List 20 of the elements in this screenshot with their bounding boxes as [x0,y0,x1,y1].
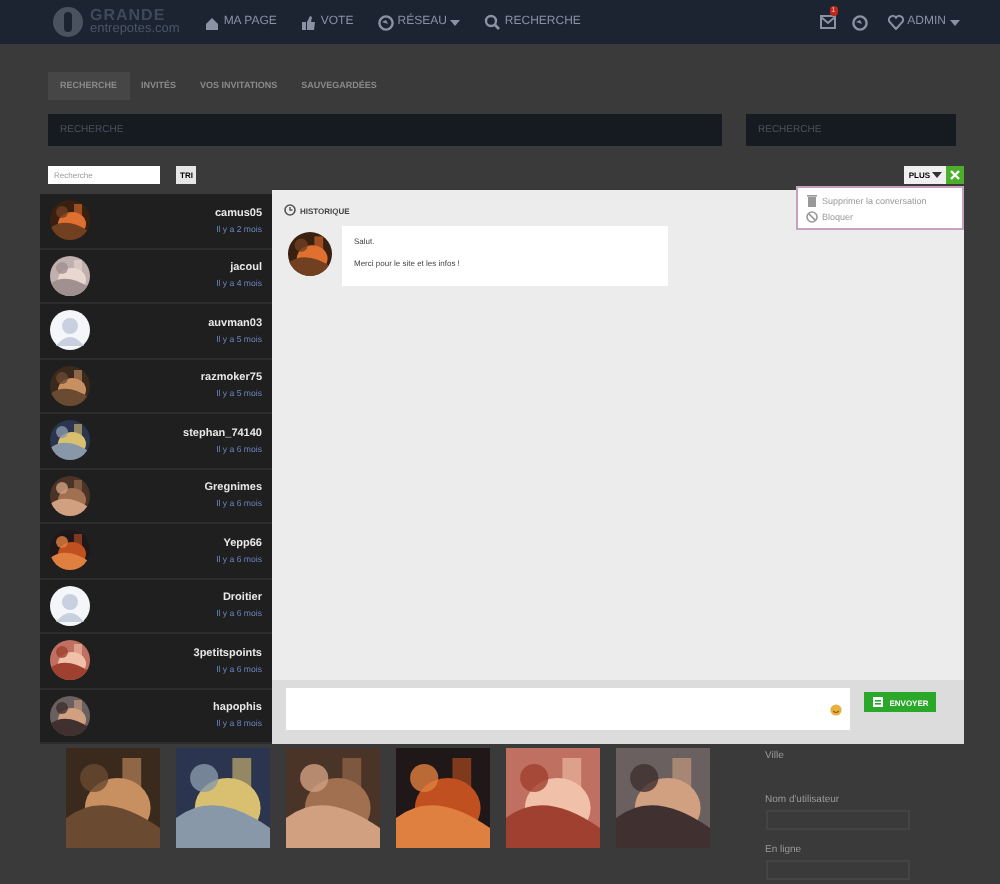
globe-icon [851,13,868,31]
envelope-icon [819,14,836,30]
search-icon [484,13,501,31]
avatar-icon [50,585,90,626]
caret-icon [932,171,942,177]
close-icon [950,169,960,179]
home-icon [203,13,220,31]
logo-icon [52,6,84,38]
clock-icon [284,204,296,216]
message-input[interactable] [286,688,850,730]
globe-icon [377,13,394,31]
thumbs-up-icon [300,13,317,31]
message-icon [871,696,884,708]
ban-icon [806,209,818,223]
avatar-icon [50,310,90,351]
trash-icon [806,193,818,207]
caret-icon [950,19,960,25]
heart-icon [887,14,904,30]
close-button[interactable] [946,165,964,183]
emoji-icon [830,703,842,715]
